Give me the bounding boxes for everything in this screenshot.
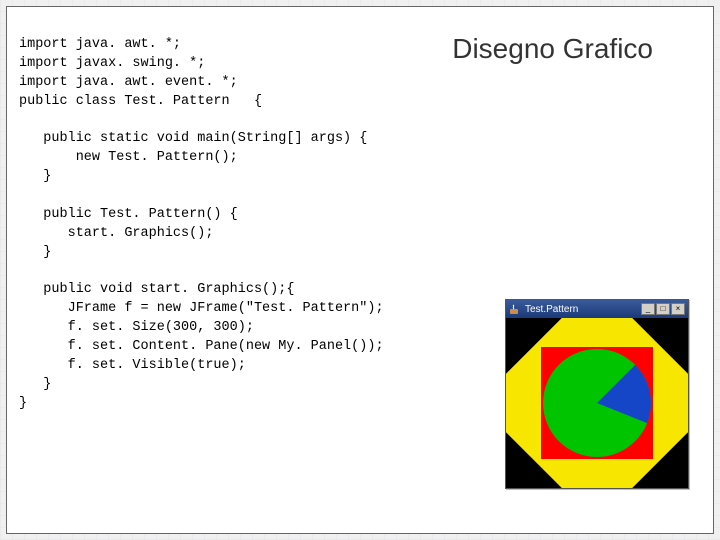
code-line: new Test. Pattern(); (19, 150, 238, 165)
code-line: public Test. Pattern() { (19, 207, 238, 222)
code-line: f. set. Size(300, 300); (19, 320, 254, 335)
code-line: } (19, 245, 51, 260)
minimize-button[interactable]: _ (641, 303, 655, 315)
window-controls: _ □ × (641, 303, 685, 315)
java-window: Test.Pattern _ □ × (505, 299, 689, 489)
drawing-canvas (506, 318, 688, 488)
code-line: public void start. Graphics();{ (19, 282, 294, 297)
code-line: public class Test. Pattern { (19, 94, 262, 109)
code-line: public static void main(String[] args) { (19, 131, 367, 146)
code-line: import javax. swing. *; (19, 56, 205, 71)
maximize-button[interactable]: □ (656, 303, 670, 315)
code-line: } (19, 377, 51, 392)
code-line: } (19, 169, 51, 184)
slide-frame: Disegno Grafico import java. awt. *; imp… (6, 6, 714, 534)
code-line: f. set. Visible(true); (19, 358, 246, 373)
code-line: f. set. Content. Pane(new My. Panel()); (19, 339, 384, 354)
close-button[interactable]: × (671, 303, 685, 315)
code-line: } (19, 396, 27, 411)
code-line: import java. awt. event. *; (19, 75, 238, 90)
window-title: Test.Pattern (525, 304, 641, 315)
page-title: Disegno Grafico (452, 33, 653, 65)
code-line: start. Graphics(); (19, 226, 213, 241)
window-titlebar[interactable]: Test.Pattern _ □ × (506, 300, 688, 318)
code-line: JFrame f = new JFrame("Test. Pattern"); (19, 301, 384, 316)
java-cup-icon (509, 303, 521, 315)
code-line: import java. awt. *; (19, 37, 181, 52)
